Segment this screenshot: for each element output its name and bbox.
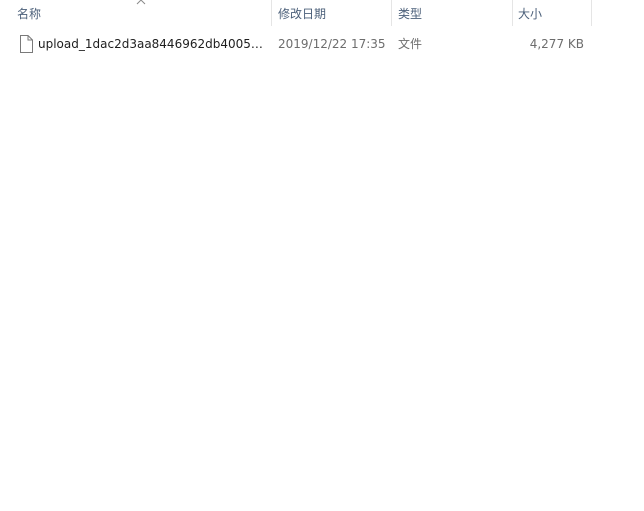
column-divider[interactable] — [391, 0, 392, 26]
generic-file-icon — [20, 35, 33, 53]
file-size: 4,277 KB — [529, 37, 584, 51]
file-type: 文件 — [398, 37, 423, 51]
column-header-bar: 名称 修改日期 类型 大小 — [0, 0, 644, 28]
column-header-name[interactable]: 名称 — [17, 0, 41, 28]
column-divider[interactable] — [271, 0, 272, 26]
column-header-size[interactable]: 大小 — [518, 0, 542, 28]
file-name[interactable]: upload_1dac2d3aa8446962db4005d... — [38, 30, 264, 58]
column-divider[interactable] — [512, 0, 513, 26]
file-row[interactable]: upload_1dac2d3aa8446962db4005d... 2019/1… — [0, 30, 644, 58]
column-header-type[interactable]: 类型 — [398, 0, 422, 28]
file-explorer-details-view: 名称 修改日期 类型 大小 upload_1dac2d3aa8446962db4… — [0, 0, 644, 511]
file-list: upload_1dac2d3aa8446962db4005d... 2019/1… — [0, 30, 644, 58]
chevron-up-icon — [136, 0, 146, 5]
column-divider[interactable] — [591, 0, 592, 26]
file-date-modified: 2019/12/22 17:35 — [278, 37, 386, 51]
column-header-date-modified[interactable]: 修改日期 — [278, 0, 326, 28]
